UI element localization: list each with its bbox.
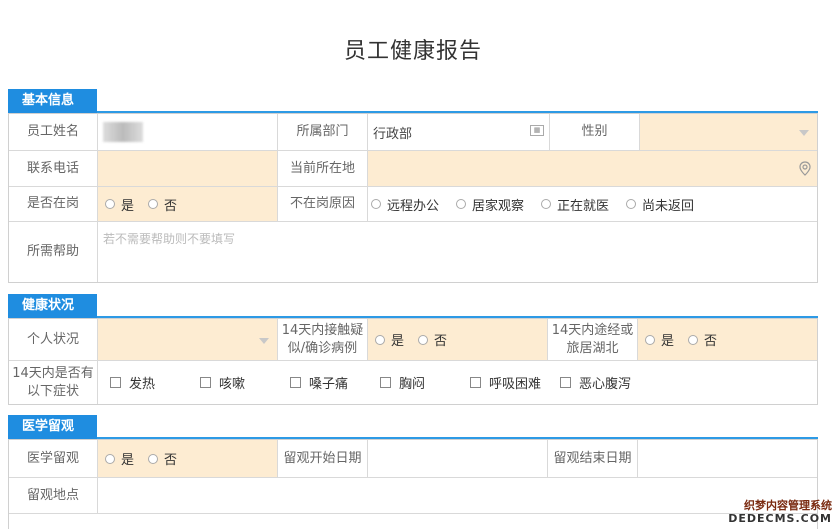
symptoms-checkbox-group: 发热 咳嗽 嗓子痛 胸闷 呼吸困难 恶心腹泻: [98, 361, 817, 404]
absent-reason-home-label: 居家观察: [472, 198, 525, 214]
symptom-cough-checkbox[interactable]: 咳嗽: [200, 361, 245, 404]
chevron-down-icon: [799, 130, 809, 136]
medical-observation-no-radio[interactable]: 否: [148, 449, 177, 468]
on-duty-no-label: 否: [164, 198, 178, 214]
medical-observation-no-label: 否: [164, 453, 178, 468]
location-pin-icon[interactable]: [799, 161, 811, 176]
contact-case-yes-label: 是: [391, 334, 405, 349]
symptom-cough-label: 咳嗽: [219, 377, 246, 392]
hubei-travel-label: 14天内途经或旅居湖北: [548, 319, 638, 361]
section-basic-info-tag: 基本信息: [8, 89, 97, 113]
contact-case-no-label: 否: [434, 334, 448, 349]
watermark-line1: 织梦内容管理系统: [744, 499, 832, 512]
employee-name-label: 员工姓名: [9, 114, 98, 151]
org-picker-icon[interactable]: ▦: [530, 125, 544, 136]
observation-start-date-field[interactable]: [368, 440, 548, 478]
personal-status-select[interactable]: [98, 319, 278, 361]
absent-reason-label: 不在岗原因: [278, 187, 368, 222]
hubei-travel-no-radio[interactable]: 否: [688, 330, 717, 349]
medical-observation-yes-radio[interactable]: 是: [105, 449, 134, 468]
hubei-travel-radio-group: 是 否: [638, 319, 817, 361]
help-textarea[interactable]: 若不需要帮助则不要填写: [98, 222, 817, 282]
on-duty-yes-label: 是: [121, 198, 135, 214]
section-health-status: 健康状况: [8, 294, 818, 318]
location-field[interactable]: [368, 151, 817, 187]
medical-observation-yes-label: 是: [121, 453, 135, 468]
symptom-fever-label: 发热: [129, 377, 156, 392]
absent-reason-radio-group: 远程办公 居家观察 正在就医 尚未返回: [368, 187, 817, 222]
on-duty-yes-radio[interactable]: 是: [105, 195, 134, 214]
help-label: 所需帮助: [9, 222, 98, 282]
phone-label: 联系电话: [9, 151, 98, 187]
observation-end-date-label: 留观结束日期: [548, 440, 638, 478]
help-placeholder: 若不需要帮助则不要填写: [103, 232, 236, 246]
medical-observation-label: 医学留观: [9, 440, 98, 478]
observation-end-date-field[interactable]: [638, 440, 817, 478]
observation-place-label: 留观地点: [9, 478, 98, 514]
personal-status-label: 个人状况: [9, 319, 98, 361]
gender-select[interactable]: [640, 114, 817, 151]
department-value: 行政部: [373, 126, 413, 142]
absent-reason-home-radio[interactable]: 居家观察: [456, 195, 524, 214]
department-field[interactable]: 行政部 ▦: [368, 114, 550, 151]
medical-observation-radio-group: 是 否: [98, 440, 278, 478]
observation-start-date-label: 留观开始日期: [278, 440, 368, 478]
on-duty-label: 是否在岗: [9, 187, 98, 222]
basic-info-table: 员工姓名 所属部门 行政部 ▦ 性别 联系电话 当前所在地 是否在岗 是 否 不…: [8, 113, 818, 283]
observation-place-field[interactable]: [98, 478, 817, 514]
gender-label: 性别: [550, 114, 640, 151]
section-health-status-tag: 健康状况: [8, 294, 97, 318]
hubei-travel-no-label: 否: [704, 334, 718, 349]
watermark-line2: DEDECMS.COM: [728, 512, 832, 525]
contact-case-yes-radio[interactable]: 是: [375, 330, 404, 349]
page-title: 员工健康报告: [343, 39, 482, 64]
absent-reason-not-returned-label: 尚未返回: [642, 198, 695, 214]
medical-observation-table: 医学留观 是 否 留观开始日期 留观结束日期 留观地点: [8, 439, 818, 529]
symptom-nausea-diarrhea-checkbox[interactable]: 恶心腹泻: [560, 361, 631, 404]
chevron-down-icon: [259, 337, 269, 344]
absent-reason-remote-label: 远程办公: [387, 198, 440, 214]
department-label: 所属部门: [278, 114, 368, 151]
contact-case-label: 14天内接触疑似/确诊病例: [278, 319, 368, 361]
symptom-sore-throat-label: 嗓子痛: [309, 377, 349, 392]
symptom-breathing-difficulty-label: 呼吸困难: [489, 377, 542, 392]
health-status-table: 个人状况 14天内接触疑似/确诊病例 是 否 14天内途经或旅居湖北 是 否 1…: [8, 318, 818, 405]
section-basic-info: 基本信息: [8, 89, 818, 113]
symptom-sore-throat-checkbox[interactable]: 嗓子痛: [290, 361, 348, 404]
location-label: 当前所在地: [278, 151, 368, 187]
contact-case-radio-group: 是 否: [368, 319, 548, 361]
absent-reason-medical-radio[interactable]: 正在就医: [541, 195, 609, 214]
absent-reason-not-returned-radio[interactable]: 尚未返回: [626, 195, 694, 214]
on-duty-no-radio[interactable]: 否: [148, 195, 177, 214]
phone-field[interactable]: [98, 151, 278, 187]
site-watermark: 织梦内容管理系统 DEDECMS.COM: [728, 499, 832, 525]
symptom-breathing-difficulty-checkbox[interactable]: 呼吸困难: [470, 361, 541, 404]
symptom-chest-tightness-checkbox[interactable]: 胸闷: [380, 361, 425, 404]
section-medical-observation-tag: 医学留观: [8, 415, 97, 439]
employee-name-field[interactable]: [98, 114, 278, 151]
on-duty-radio-group: 是 否: [98, 187, 278, 222]
absent-reason-medical-label: 正在就医: [557, 198, 610, 214]
hubei-travel-yes-radio[interactable]: 是: [645, 330, 674, 349]
employee-name-redacted: [103, 122, 143, 142]
hubei-travel-yes-label: 是: [661, 334, 675, 349]
symptoms-label: 14天内是否有以下症状: [9, 361, 98, 404]
symptom-fever-checkbox[interactable]: 发热: [110, 361, 155, 404]
contact-case-no-radio[interactable]: 否: [418, 330, 447, 349]
absent-reason-remote-radio[interactable]: 远程办公: [371, 195, 439, 214]
symptom-chest-tightness-label: 胸闷: [399, 377, 426, 392]
section-medical-observation: 医学留观: [8, 415, 818, 439]
symptom-nausea-diarrhea-label: 恶心腹泻: [579, 377, 632, 392]
